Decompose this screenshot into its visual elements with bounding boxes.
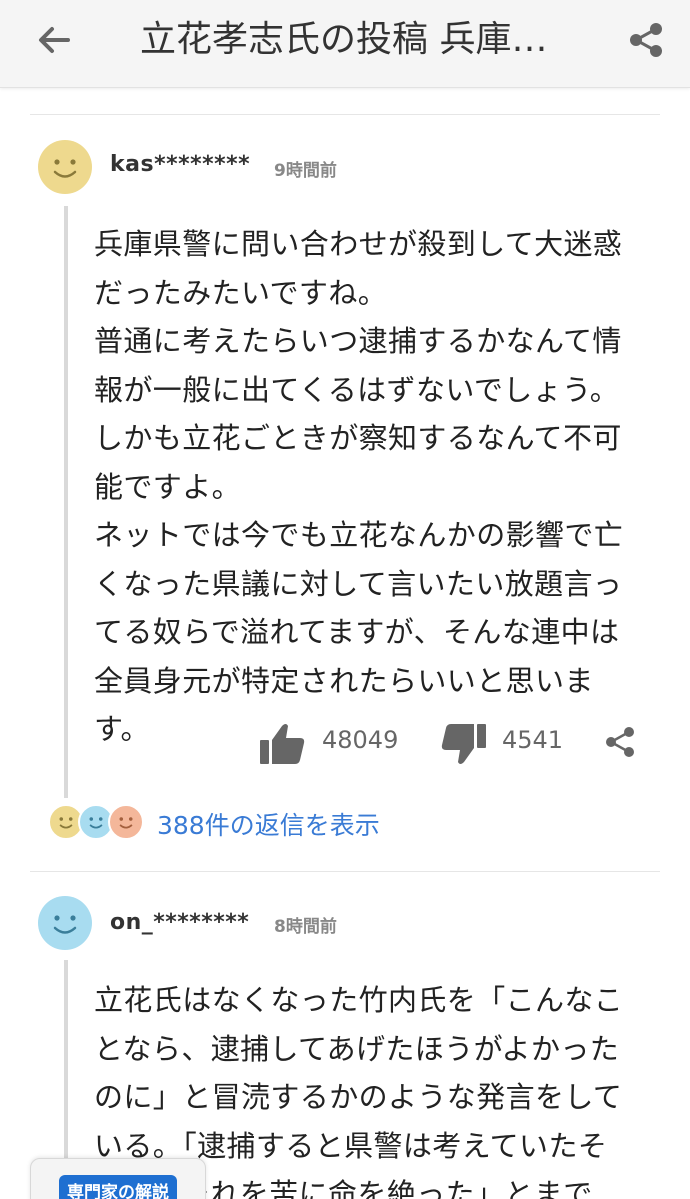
expert-label: 専門家の解説 bbox=[59, 1175, 177, 1199]
avatar[interactable] bbox=[38, 140, 92, 194]
smiley-icon bbox=[38, 896, 92, 950]
expert-commentary-button[interactable]: 専門家の解説 bbox=[30, 1158, 206, 1199]
timestamp: 9時間前 bbox=[274, 161, 337, 181]
replies-row[interactable]: 388件の返信を表示 bbox=[0, 804, 690, 844]
smiley-icon bbox=[38, 140, 92, 194]
comment-text: 兵庫県警に問い合わせが殺到して大迷惑 だったみたいですね。 普通に考えたらいつ逮… bbox=[94, 227, 624, 746]
thumbs-up-icon bbox=[260, 724, 305, 764]
app-header: 立花孝志氏の投稿 兵庫… bbox=[0, 0, 690, 88]
share-icon bbox=[606, 727, 634, 757]
share-button[interactable] bbox=[620, 14, 672, 66]
reply-avatars bbox=[48, 804, 148, 840]
divider bbox=[30, 114, 660, 115]
back-button[interactable] bbox=[28, 14, 80, 66]
dislike-button[interactable] bbox=[440, 722, 488, 770]
page-title: 立花孝志氏の投稿 兵庫… bbox=[140, 19, 548, 60]
thumbs-down-icon bbox=[441, 724, 486, 764]
divider bbox=[30, 871, 660, 872]
share-icon bbox=[630, 23, 662, 57]
like-count: 48049 bbox=[322, 726, 399, 754]
username[interactable]: on_******** bbox=[110, 910, 249, 935]
like-button[interactable] bbox=[258, 722, 306, 770]
show-replies-link[interactable]: 388件の返信を表示 bbox=[157, 806, 380, 842]
dislike-count: 4541 bbox=[502, 726, 564, 754]
username[interactable]: kas******** bbox=[110, 152, 250, 177]
thread-line bbox=[64, 206, 68, 798]
back-arrow-icon bbox=[39, 27, 70, 53]
comment-share-button[interactable] bbox=[604, 726, 636, 762]
avatar bbox=[108, 804, 144, 840]
avatar[interactable] bbox=[38, 896, 92, 950]
comment-actions: 48049 4541 bbox=[0, 718, 690, 768]
timestamp: 8時間前 bbox=[274, 917, 337, 937]
